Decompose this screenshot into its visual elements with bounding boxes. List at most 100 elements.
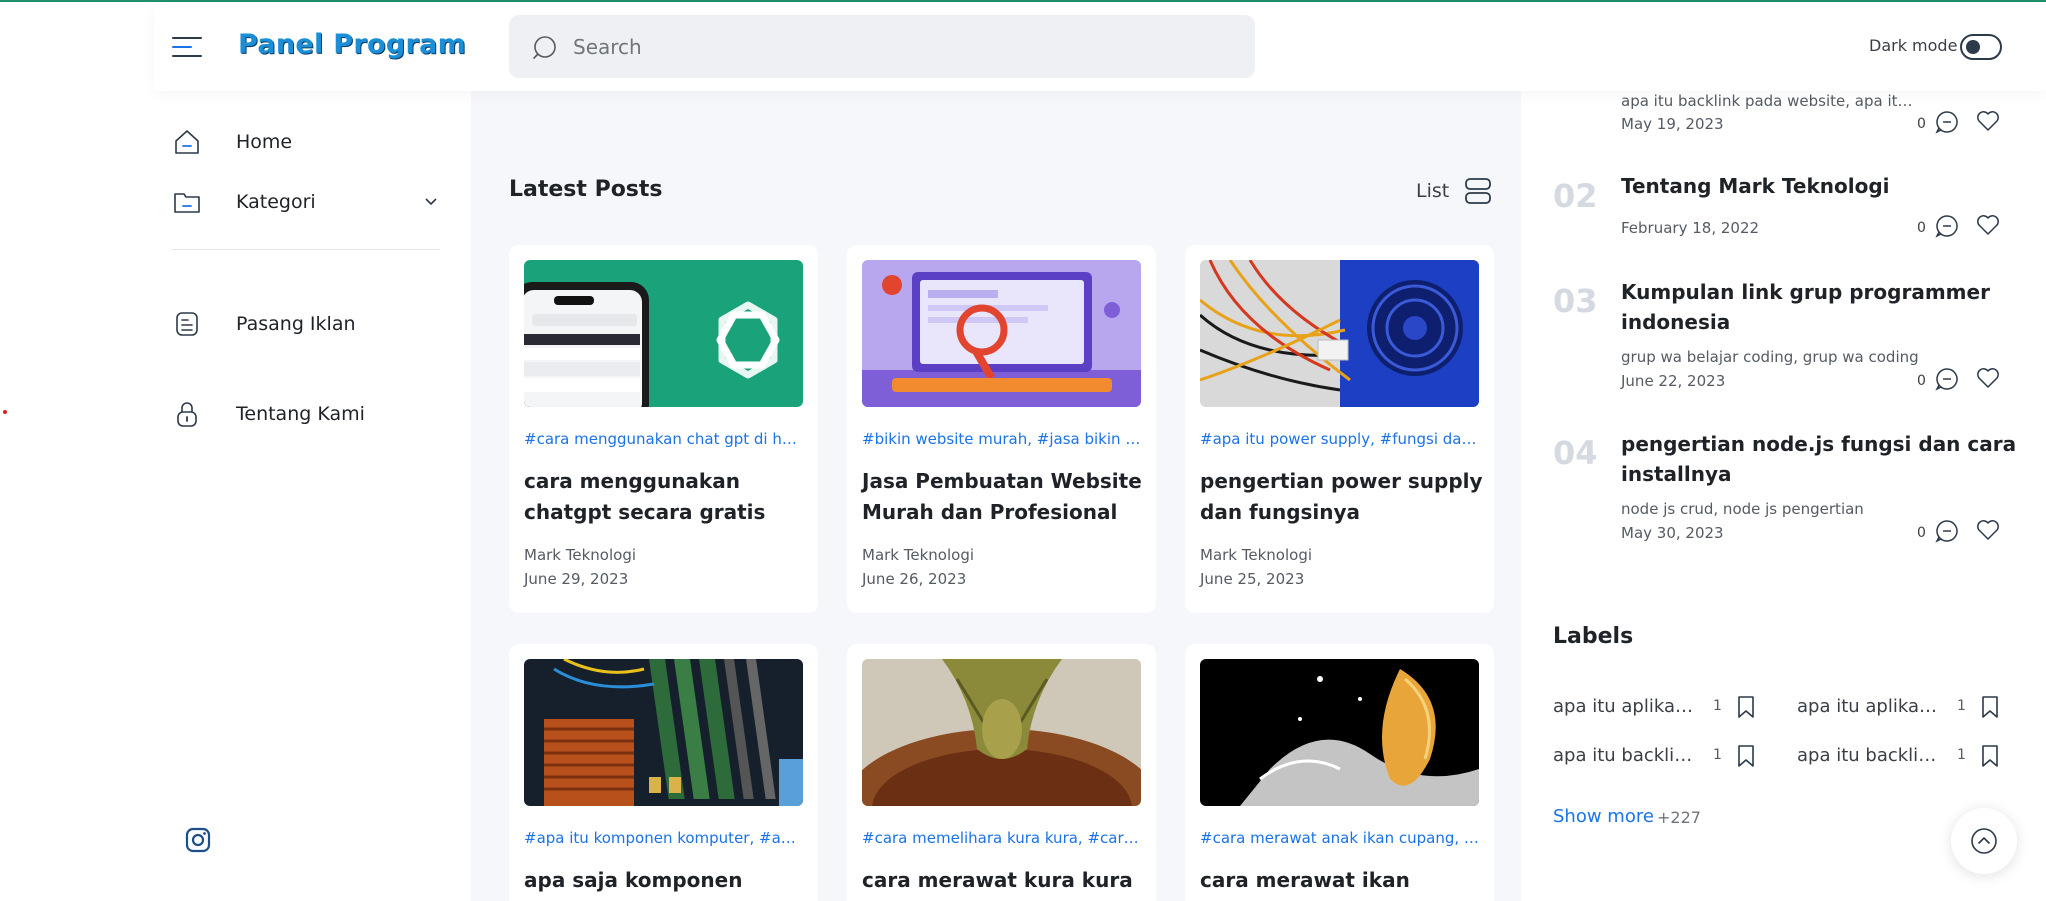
chevron-down-icon[interactable] [424,197,438,207]
label-name: apa itu aplikasi canva [1553,696,1698,717]
sidebar-item-pasang-iklan[interactable]: Pasang Iklan [172,309,356,339]
heart-icon[interactable] [1975,518,2001,542]
indicator-dot [3,410,7,414]
sidebar-item-label: Kategori [236,191,316,213]
heart-icon[interactable] [1975,109,2001,133]
section-title: Latest Posts [509,177,663,202]
post-title[interactable]: pengertian power supply dan fungsinya [1200,466,1484,528]
lock-icon [177,402,197,427]
post-card[interactable]: #apa itu komponen komputer, #apa saja ko… [509,644,818,901]
post-title[interactable]: apa saja komponen [524,865,808,896]
home-icon [175,130,199,154]
dark-mode-toggle[interactable] [1960,34,2002,60]
sidebar-item-label: Home [236,131,293,153]
label-count: 1 [1713,698,1722,714]
comment-count: 0 [1917,116,1926,132]
main-content: Latest Posts List #cara menggunakan chat… [471,91,1521,901]
post-author: Mark Teknologi [1200,546,1313,564]
post-tags[interactable]: #bikin website murah, #jasa bikin websit… [862,430,1141,448]
bookmark-icon [1982,745,1998,767]
post-thumbnail[interactable] [1200,659,1479,806]
sidebar-item-kategori[interactable]: Kategori [172,187,316,217]
folder-icon [174,193,200,213]
search-icon [533,35,556,59]
popular-post-snippet: node js crud, node js pengertian [1621,500,1864,518]
popular-post-date: June 22, 2023 [1621,372,1726,390]
post-title[interactable]: cara menggunakan chatgpt secara gratis [524,466,808,528]
comment-icon[interactable] [1935,367,1959,391]
bookmark-icon [1982,696,1998,718]
label-count: 1 [1957,698,1966,714]
post-thumbnail[interactable] [1200,260,1479,407]
comment-icon[interactable] [1935,110,1959,134]
post-thumbnail[interactable] [862,659,1141,806]
popular-post-title[interactable]: Tentang Mark Teknologi [1621,171,2021,201]
post-date: June 29, 2023 [524,570,629,588]
popular-post-rank: 02 [1553,177,1598,215]
post-thumbnail[interactable] [524,659,803,806]
sidebar: Home Kategori Pasang Iklan Tentang Kami [154,91,471,901]
post-date: June 26, 2023 [862,570,967,588]
comment-count: 0 [1917,220,1926,236]
popular-post-date: May 30, 2023 [1621,524,1724,542]
brand-logo[interactable]: Panel Program [238,29,466,60]
view-mode-label: List [1416,180,1450,202]
sidebar-item-home[interactable]: Home [172,127,292,157]
label-name: apa itu backlink pada website [1553,745,1698,766]
label-name: apa itu backlink seo [1797,745,1942,766]
popular-post-title[interactable]: Kumpulan link grup programmer indonesia [1621,277,2021,337]
heart-icon[interactable] [1975,213,2001,237]
sidebar-divider [172,249,440,250]
popular-post-date: May 19, 2023 [1621,115,1724,133]
bookmark-icon [1738,696,1754,718]
dark-mode-label: Dark mode [1869,36,1958,55]
comment-icon[interactable] [1935,519,1959,543]
comment-count: 0 [1917,525,1926,541]
label-count: 1 [1713,747,1722,763]
show-more-count: +227 [1657,808,1701,827]
back-to-top-button[interactable] [1951,808,2017,874]
header: Panel Program Dark mode [154,2,2046,91]
post-title[interactable]: cara merawat ikan cupang [1200,865,1484,901]
popular-post-date: February 18, 2022 [1621,219,1760,237]
list-view-icon[interactable] [1464,176,1492,206]
post-tags[interactable]: #apa itu power supply, #fungsi dari powe… [1200,430,1479,448]
right-sidebar: apa itu backlink pada website, apa itu b… [1521,91,2046,901]
post-title[interactable]: Jasa Pembuatan Website Murah dan Profesi… [862,466,1146,528]
arrow-up-icon [1971,828,1997,854]
post-card[interactable]: #cara menggunakan chat gpt di hp, #cara … [509,245,818,613]
post-date: June 25, 2023 [1200,570,1305,588]
popular-post-rank: 03 [1553,282,1598,320]
instagram-icon[interactable] [184,826,212,854]
popular-post-snippet: apa itu backlink pada website, apa itu b… [1621,92,1921,110]
post-card[interactable]: #apa itu power supply, #fungsi dari powe… [1185,245,1494,613]
post-author: Mark Teknologi [524,546,637,564]
post-card[interactable]: #cara merawat anak ikan cupang, # cara me… [1185,644,1494,901]
comment-count: 0 [1917,373,1926,389]
popular-post-snippet: grup wa belajar coding, grup wa coding [1621,348,1919,366]
popular-post-title[interactable]: pengertian node.js fungsi dan cara insta… [1621,429,2021,489]
label-name: apa itu aplikasi figma [1797,696,1942,717]
search-input[interactable] [573,34,1233,59]
post-card[interactable]: #cara memelihara kura kura, #cara merawa… [847,644,1156,901]
post-card[interactable]: #bikin website murah, #jasa bikin websit… [847,245,1156,613]
popular-post-rank: 04 [1553,434,1598,472]
sidebar-item-label: Tentang Kami [236,403,365,425]
document-icon [176,312,198,336]
post-tags[interactable]: #apa itu komponen komputer, #apa saja ko… [524,829,803,847]
post-tags[interactable]: #cara merawat anak ikan cupang, #cara me… [1200,829,1479,847]
post-tags[interactable]: #cara memelihara kura kura, #cara merawa… [862,829,1141,847]
label-count: 1 [1957,747,1966,763]
search-bar[interactable] [509,15,1255,78]
post-thumbnail[interactable] [524,260,803,407]
sidebar-item-tentang-kami[interactable]: Tentang Kami [172,399,365,429]
show-more-link[interactable]: Show more [1553,806,1654,827]
menu-icon[interactable] [172,35,204,59]
bookmark-icon [1738,745,1754,767]
heart-icon[interactable] [1975,366,2001,390]
post-title[interactable]: cara merawat kura kura [862,865,1146,896]
post-tags[interactable]: #cara menggunakan chat gpt di hp, #cara … [524,430,803,448]
post-author: Mark Teknologi [862,546,975,564]
post-thumbnail[interactable] [862,260,1141,407]
comment-icon[interactable] [1935,214,1959,238]
